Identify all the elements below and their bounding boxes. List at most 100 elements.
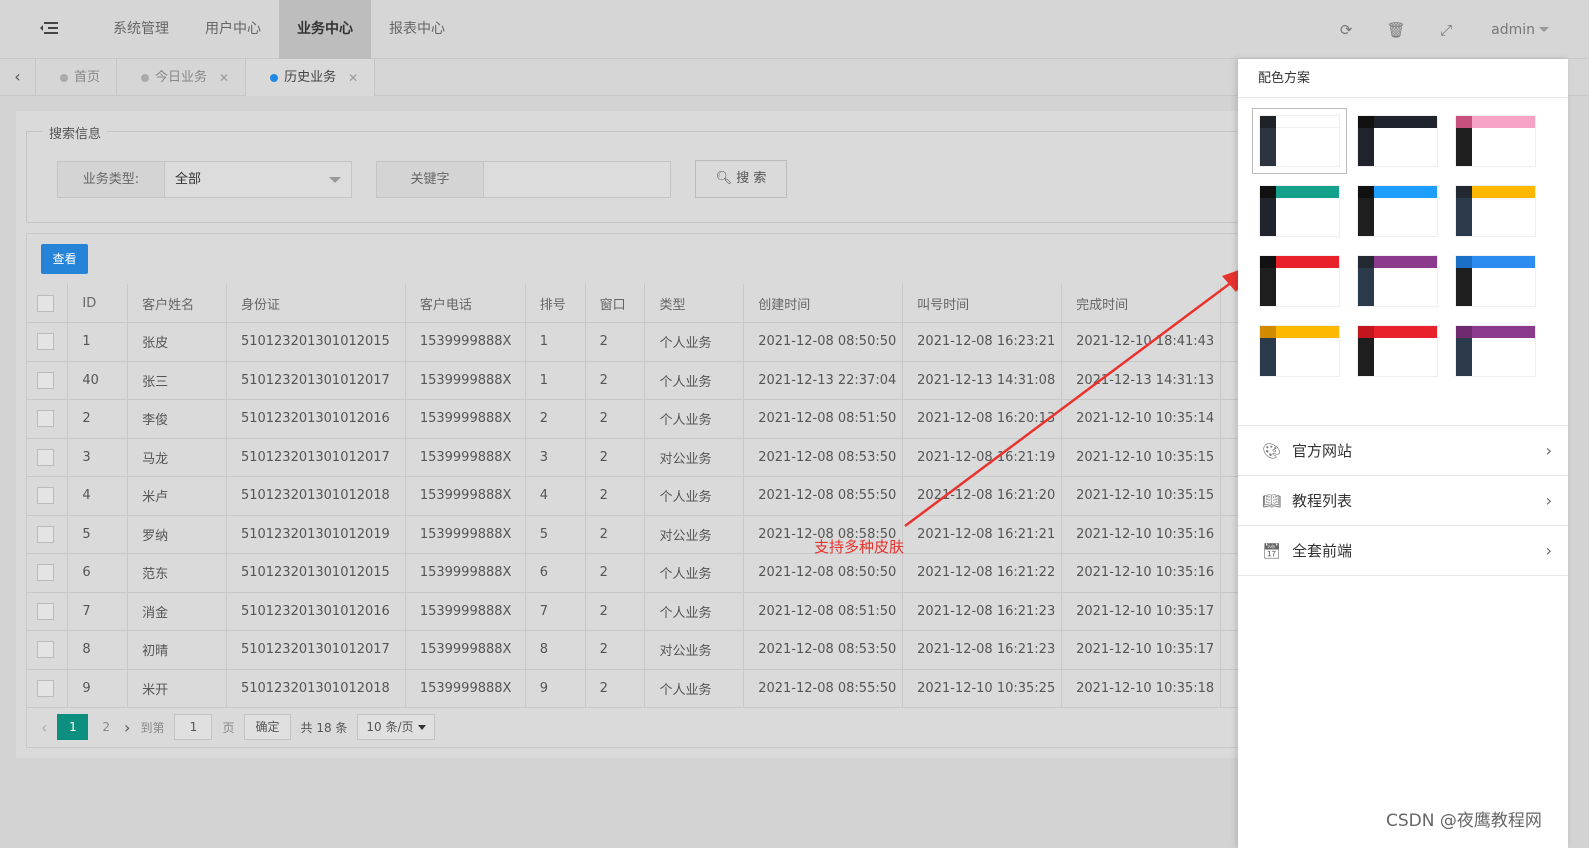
table-cell: 2021-12-10 10:35:17 — [1061, 630, 1222, 670]
view-button[interactable]: 查看 — [41, 244, 88, 274]
chevron-left-icon[interactable]: ‹ — [0, 59, 36, 96]
theme-swatch[interactable] — [1353, 181, 1442, 241]
link-official-site[interactable]: 🎨︎ 官方网站 › — [1238, 426, 1568, 476]
close-icon[interactable]: ✕ — [219, 60, 229, 96]
link-frontend[interactable]: 📅︎ 全套前端 › — [1238, 526, 1568, 576]
refresh-icon[interactable]: ⟳ — [1321, 21, 1371, 39]
table-cell: 2 — [525, 399, 586, 439]
theme-swatch[interactable] — [1255, 181, 1344, 241]
tab-today[interactable]: 今日业务 ✕ — [117, 59, 247, 96]
nav-item-reports[interactable]: 报表中心 — [371, 0, 463, 59]
table-cell: 2 — [585, 438, 646, 477]
table-cell: 2021-12-08 16:21:21 — [902, 515, 1063, 554]
table-row[interactable]: 9 米开 510123201301012018 1539999888X 9 2 个人业务 20… — [27, 669, 1255, 708]
row-checkbox[interactable] — [27, 438, 69, 477]
table-header-row: ID 客户姓名 身份证 客户电话 排号 窗口 类型 创建时间 叫号时间 完成时间 — [27, 284, 1255, 323]
table-cell: 罗纳 — [127, 515, 227, 554]
search-button[interactable]: 🔍︎ 搜 索 — [695, 160, 787, 198]
business-type-value: 全部 — [175, 171, 202, 187]
table-cell: 2021-12-10 18:41:43 — [1061, 322, 1222, 362]
menu-toggle-icon[interactable] — [40, 22, 58, 36]
table-row[interactable]: 4 米卢 510123201301012018 1539999888X 4 2 个人业务 20… — [27, 476, 1255, 516]
row-checkbox[interactable] — [27, 361, 69, 400]
theme-swatch[interactable] — [1451, 321, 1540, 381]
table-row[interactable]: 40 张三 510123201301012017 1539999888X 1 2 个人业务 2… — [27, 361, 1255, 400]
table-row[interactable]: 6 范东 510123201301012015 1539999888X 6 2 个人业务 20… — [27, 553, 1255, 593]
select-all-checkbox[interactable] — [27, 284, 69, 323]
theme-swatch[interactable] — [1451, 251, 1540, 311]
tab-home[interactable]: 首页 — [36, 59, 118, 96]
caret-down-icon — [329, 176, 341, 183]
table-cell: 2021-12-13 14:31:08 — [902, 361, 1063, 400]
trash-icon[interactable]: 🗑 — [1371, 21, 1421, 39]
row-checkbox[interactable] — [27, 399, 69, 439]
theme-swatch[interactable] — [1451, 181, 1540, 241]
col-header[interactable]: 客户电话 — [405, 284, 526, 323]
table-cell: 1539999888X — [405, 322, 526, 362]
nav-item-users[interactable]: 用户中心 — [187, 0, 279, 59]
col-header[interactable]: 叫号时间 — [902, 284, 1063, 323]
theme-swatch[interactable] — [1252, 108, 1347, 174]
nav-item-business[interactable]: 业务中心 — [279, 0, 371, 59]
row-checkbox[interactable] — [27, 553, 69, 593]
keyword-input[interactable] — [484, 161, 670, 197]
goto-input[interactable]: 1 — [174, 714, 213, 740]
goto-label: 到第 — [140, 720, 165, 735]
table-cell: 2021-12-08 16:21:19 — [902, 438, 1063, 477]
row-checkbox[interactable] — [27, 630, 69, 670]
next-page-icon[interactable]: › — [124, 718, 130, 737]
table-cell: 1539999888X — [405, 399, 526, 439]
table-row[interactable]: 5 罗纳 510123201301012019 1539999888X 5 2 对公业务 20… — [27, 515, 1255, 554]
tab-history[interactable]: 历史业务 ✕ — [246, 59, 376, 96]
table-row[interactable]: 1 张皮 510123201301012015 1539999888X 1 2 个人业务 20… — [27, 322, 1255, 362]
goto-confirm-button[interactable]: 确定 — [244, 714, 291, 740]
table-cell: 2021-12-08 16:21:22 — [902, 553, 1063, 593]
theme-panel: 配色方案 🎨︎ 官方网站 › 📖︎ 教程列表 › 📅︎ 全套前端 › — [1238, 59, 1568, 848]
row-checkbox[interactable] — [27, 592, 69, 631]
row-checkbox[interactable] — [27, 669, 69, 708]
col-header[interactable]: 排号 — [525, 284, 586, 323]
table-cell: 8 — [525, 630, 586, 670]
table-row[interactable]: 7 消金 510123201301012016 1539999888X 7 2 个人业务 20… — [27, 592, 1255, 631]
table-row[interactable]: 8 初晴 510123201301012017 1539999888X 8 2 对公业务 20… — [27, 630, 1255, 670]
theme-swatch[interactable] — [1451, 111, 1540, 171]
table-cell: 2021-12-10 10:35:16 — [1061, 515, 1222, 554]
panel-title: 配色方案 — [1238, 59, 1568, 98]
table-cell: 510123201301012017 — [226, 438, 406, 477]
close-icon[interactable]: ✕ — [348, 60, 358, 96]
col-header[interactable]: 创建时间 — [743, 284, 904, 323]
prev-page-icon[interactable]: ‹ — [41, 718, 47, 737]
table-row[interactable]: 2 李俊 510123201301012016 1539999888X 2 2 个人业务 20… — [27, 399, 1255, 439]
theme-swatch[interactable] — [1353, 251, 1442, 311]
table-cell: 2 — [585, 322, 646, 362]
table-cell: 4 — [525, 476, 586, 516]
row-checkbox[interactable] — [27, 476, 69, 516]
page-1[interactable]: 1 — [57, 714, 89, 740]
col-header[interactable]: 类型 — [644, 284, 745, 323]
row-checkbox[interactable] — [27, 322, 69, 362]
table-cell: 510123201301012015 — [226, 322, 406, 362]
table-cell: 3 — [67, 438, 129, 477]
col-header[interactable]: 身份证 — [226, 284, 406, 323]
table-cell: 2021-12-10 10:35:18 — [1061, 669, 1222, 708]
calendar-icon: 📅︎ — [1262, 541, 1282, 560]
page-2[interactable]: 2 — [98, 720, 114, 734]
dot-icon — [141, 73, 150, 82]
link-tutorials[interactable]: 📖︎ 教程列表 › — [1238, 476, 1568, 526]
theme-swatch[interactable] — [1353, 111, 1442, 171]
theme-swatch[interactable] — [1255, 321, 1344, 381]
table-cell: 1539999888X — [405, 438, 526, 477]
business-type-select[interactable]: 全部 — [165, 161, 351, 197]
theme-swatch[interactable] — [1353, 321, 1442, 381]
fullscreen-icon[interactable]: ⤢ — [1421, 21, 1471, 39]
col-header[interactable]: 窗口 — [585, 284, 646, 323]
nav-item-system[interactable]: 系统管理 — [95, 0, 187, 59]
table-row[interactable]: 3 马龙 510123201301012017 1539999888X 3 2 对公业务 20… — [27, 438, 1255, 477]
row-checkbox[interactable] — [27, 515, 69, 554]
page-size-select[interactable]: 10 条/页 — [357, 714, 436, 740]
col-header[interactable]: ID — [67, 284, 129, 323]
col-header[interactable]: 客户姓名 — [127, 284, 227, 323]
user-menu[interactable]: admin — [1471, 22, 1589, 38]
theme-swatch[interactable] — [1255, 251, 1344, 311]
col-header[interactable]: 完成时间 — [1061, 284, 1222, 323]
